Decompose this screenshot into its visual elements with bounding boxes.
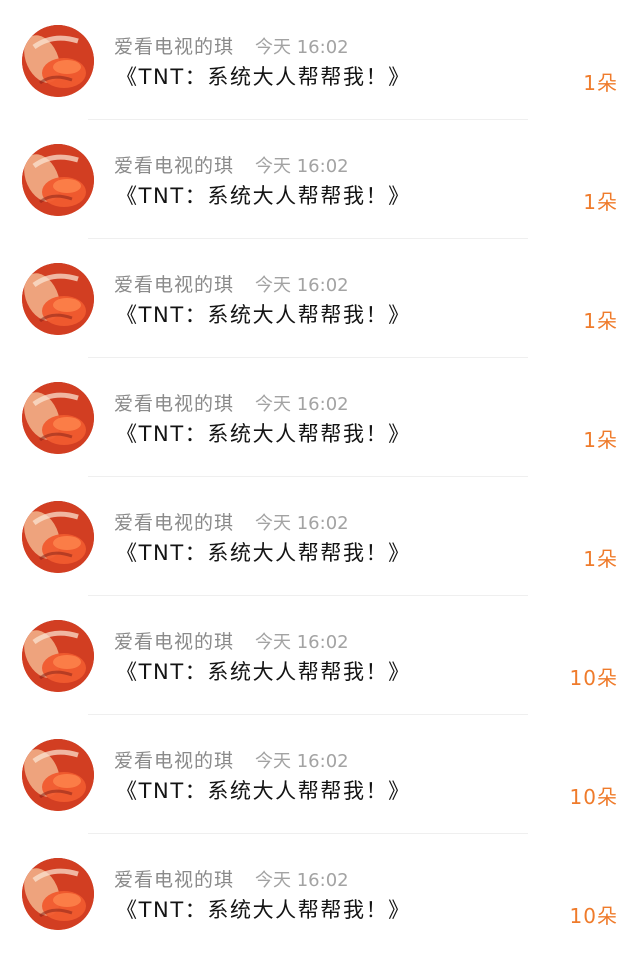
- message-title[interactable]: 《TNT：系统大人帮帮我！》: [116, 61, 411, 91]
- username[interactable]: 爱看电视的琪: [114, 389, 234, 416]
- notification-row[interactable]: 爱看电视的琪 今天 16:02 《TNT：系统大人帮帮我！》 1朵: [0, 476, 640, 595]
- message-title[interactable]: 《TNT：系统大人帮帮我！》: [116, 418, 411, 448]
- username[interactable]: 爱看电视的琪: [114, 627, 234, 654]
- timestamp: 今天 16:02: [255, 513, 349, 534]
- username[interactable]: 爱看电视的琪: [114, 151, 234, 178]
- avatar[interactable]: [22, 382, 94, 454]
- notification-row[interactable]: 爱看电视的琪 今天 16:02 《TNT：系统大人帮帮我！》 10朵: [0, 833, 640, 952]
- avatar[interactable]: [22, 739, 94, 811]
- timestamp: 今天 16:02: [255, 275, 349, 296]
- username[interactable]: 爱看电视的琪: [114, 508, 234, 535]
- avatar[interactable]: [22, 620, 94, 692]
- message-title[interactable]: 《TNT：系统大人帮帮我！》: [116, 537, 411, 567]
- flower-count: 10朵: [569, 904, 618, 928]
- flower-count: 1朵: [583, 190, 618, 214]
- notification-row[interactable]: 爱看电视的琪 今天 16:02 《TNT：系统大人帮帮我！》 1朵: [0, 0, 640, 119]
- notification-row[interactable]: 爱看电视的琪 今天 16:02 《TNT：系统大人帮帮我！》 1朵: [0, 119, 640, 238]
- timestamp: 今天 16:02: [255, 870, 349, 891]
- notification-row[interactable]: 爱看电视的琪 今天 16:02 《TNT：系统大人帮帮我！》 1朵: [0, 238, 640, 357]
- flower-count: 1朵: [583, 71, 618, 95]
- timestamp: 今天 16:02: [255, 751, 349, 772]
- message-title[interactable]: 《TNT：系统大人帮帮我！》: [116, 894, 411, 924]
- username[interactable]: 爱看电视的琪: [114, 865, 234, 892]
- notification-row[interactable]: 爱看电视的琪 今天 16:02 《TNT：系统大人帮帮我！》 10朵: [0, 595, 640, 714]
- username[interactable]: 爱看电视的琪: [114, 746, 234, 773]
- flower-count: 10朵: [569, 666, 618, 690]
- timestamp: 今天 16:02: [255, 37, 349, 58]
- notification-row[interactable]: 爱看电视的琪 今天 16:02 《TNT：系统大人帮帮我！》 1朵: [0, 357, 640, 476]
- notification-list: 爱看电视的琪 今天 16:02 《TNT：系统大人帮帮我！》 1朵 爱看电视的琪…: [0, 0, 640, 954]
- timestamp: 今天 16:02: [255, 632, 349, 653]
- message-title[interactable]: 《TNT：系统大人帮帮我！》: [116, 180, 411, 210]
- username[interactable]: 爱看电视的琪: [114, 270, 234, 297]
- timestamp: 今天 16:02: [255, 394, 349, 415]
- username[interactable]: 爱看电视的琪: [114, 32, 234, 59]
- flower-count: 1朵: [583, 428, 618, 452]
- message-title[interactable]: 《TNT：系统大人帮帮我！》: [116, 299, 411, 329]
- flower-count: 10朵: [569, 785, 618, 809]
- avatar[interactable]: [22, 501, 94, 573]
- flower-count: 1朵: [583, 547, 618, 571]
- message-title[interactable]: 《TNT：系统大人帮帮我！》: [116, 656, 411, 686]
- avatar[interactable]: [22, 144, 94, 216]
- avatar[interactable]: [22, 858, 94, 930]
- avatar[interactable]: [22, 25, 94, 97]
- timestamp: 今天 16:02: [255, 156, 349, 177]
- message-title[interactable]: 《TNT：系统大人帮帮我！》: [116, 775, 411, 805]
- avatar[interactable]: [22, 263, 94, 335]
- notification-row[interactable]: 爱看电视的琪 今天 16:02 《TNT：系统大人帮帮我！》 10朵: [0, 714, 640, 833]
- flower-count: 1朵: [583, 309, 618, 333]
